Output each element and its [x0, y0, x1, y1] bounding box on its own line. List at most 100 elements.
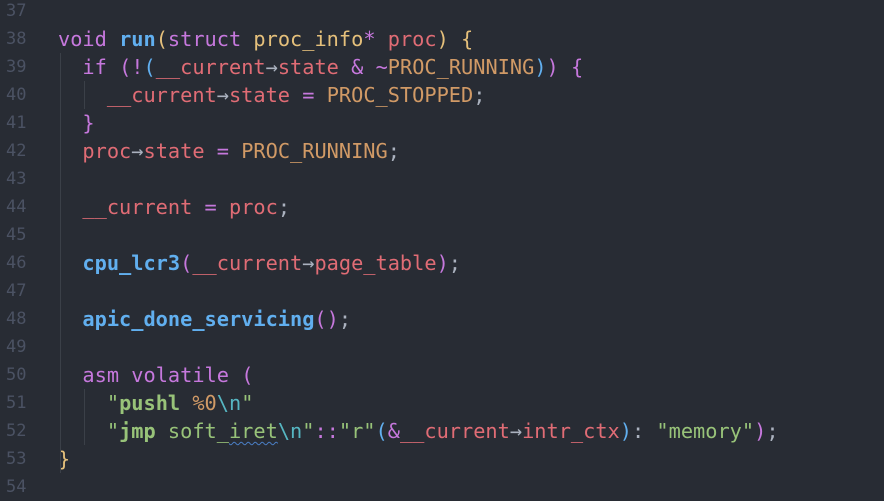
code-line[interactable]: 49 [0, 333, 884, 361]
line-number: 45 [6, 225, 27, 245]
code-token: { [461, 27, 474, 51]
code-token: intr_ctx [522, 419, 620, 443]
code-text[interactable]: __current = proc; [82, 193, 290, 221]
code-line[interactable]: 43 [0, 165, 884, 193]
code-text[interactable]: if (!(__current→state & ~PROC_RUNNING)) … [82, 53, 583, 81]
code-token: ; [448, 251, 461, 275]
line-number: 39 [6, 57, 27, 77]
code-line[interactable]: 50 asm volatile ( [0, 361, 884, 389]
code-token: "r" [338, 419, 376, 443]
code-line[interactable]: 45 [0, 221, 884, 249]
code-token: PROC_STOPPED [326, 83, 474, 107]
code-token: { [570, 55, 584, 79]
line-number: 46 [6, 253, 27, 273]
code-token: ( [241, 363, 254, 387]
code-line[interactable]: 53} [0, 445, 884, 473]
code-token: soft_ [155, 419, 229, 443]
code-token: __current [106, 83, 217, 107]
code-text[interactable]: __current→state = PROC_STOPPED; [107, 81, 486, 109]
line-number: 54 [6, 477, 27, 497]
code-token: \n [277, 419, 303, 443]
code-line[interactable]: 39 if (!(__current→state & ~PROC_RUNNING)… [0, 53, 884, 81]
code-text[interactable]: proc→state = PROC_RUNNING; [82, 137, 400, 165]
code-editor[interactable]: 37 38 void run(struct proc_info* proc) {39… [0, 0, 884, 501]
code-token: ( [155, 27, 168, 51]
line-number: 42 [6, 141, 27, 161]
code-token: apic_done_servicing [82, 307, 315, 331]
code-line[interactable]: 37 [0, 0, 884, 25]
code-token: %0 [192, 391, 217, 415]
code-token: " [106, 419, 120, 443]
code-token: ( [143, 55, 156, 79]
code-text[interactable]: "pushl %0\n" [107, 389, 254, 417]
code-token: proc [228, 195, 278, 219]
code-text[interactable]: apic_done_servicing(); [82, 305, 351, 333]
code-token: () [314, 307, 339, 331]
code-token: __current [155, 55, 266, 79]
line-number: 53 [6, 449, 27, 469]
code-token: page_table [314, 251, 437, 275]
code-token: = [302, 83, 315, 107]
code-token: :: [314, 419, 339, 443]
code-token: * [363, 27, 376, 51]
code-token: & [387, 419, 400, 443]
code-text[interactable]: asm volatile ( [82, 361, 253, 389]
code-token: ; [473, 83, 486, 107]
code-line[interactable]: 48 apic_done_servicing(); [0, 305, 884, 333]
code-token: ) [534, 55, 547, 79]
code-token: asm [82, 363, 120, 387]
code-token: proc_info [253, 27, 364, 51]
code-token: ( [180, 251, 193, 275]
line-number: 48 [6, 309, 27, 329]
code-token: state [228, 83, 291, 107]
code-line[interactable]: 54 [0, 473, 884, 501]
code-token: ; [766, 419, 779, 443]
code-line[interactable]: 38 void run(struct proc_info* proc) { [0, 25, 884, 53]
line-number: 40 [6, 85, 27, 105]
code-token: PROC_RUNNING [387, 55, 535, 79]
code-line[interactable]: 52 "jmp soft_iret\n"::"r"(&__current→intr… [0, 417, 884, 445]
code-token: __current [192, 251, 303, 275]
code-token: ( [119, 55, 132, 79]
code-token: → [509, 419, 523, 443]
code-line[interactable]: 47 [0, 277, 884, 305]
code-token: = [216, 139, 229, 163]
code-token: & [351, 55, 364, 79]
code-line[interactable]: 42 proc→state = PROC_RUNNING; [0, 137, 884, 165]
line-number: 52 [6, 421, 27, 441]
code-token: state [277, 55, 339, 79]
line-number: 38 [6, 29, 27, 49]
code-text[interactable]: "jmp soft_iret\n"::"r"(&__current→intr_c… [107, 417, 779, 445]
code-token: state [143, 139, 205, 163]
code-token: run [119, 27, 156, 51]
code-token: ( [375, 419, 388, 443]
code-token: jmp [119, 419, 156, 443]
code-token: if [82, 55, 107, 79]
code-token: } [82, 111, 95, 135]
code-token: ! [131, 55, 144, 79]
code-line[interactable]: 40 __current→state = PROC_STOPPED; [0, 81, 884, 109]
code-text[interactable]: } [82, 109, 94, 137]
code-line[interactable]: 46 cpu_lcr3(__current→page_table); [0, 249, 884, 277]
line-number: 50 [6, 365, 27, 385]
code-line[interactable]: 41} [0, 109, 884, 137]
code-line[interactable]: 44 __current = proc; [0, 193, 884, 221]
line-number: 41 [6, 113, 27, 133]
code-token: ; [338, 307, 352, 331]
code-text[interactable]: void run(struct proc_info* proc) { [58, 25, 473, 53]
line-number: 44 [6, 197, 27, 217]
line-number: 43 [6, 169, 27, 189]
code-line[interactable]: 51 "pushl %0\n" [0, 389, 884, 417]
code-text[interactable]: cpu_lcr3(__current→page_table); [82, 249, 461, 277]
code-token: ) [546, 55, 559, 79]
